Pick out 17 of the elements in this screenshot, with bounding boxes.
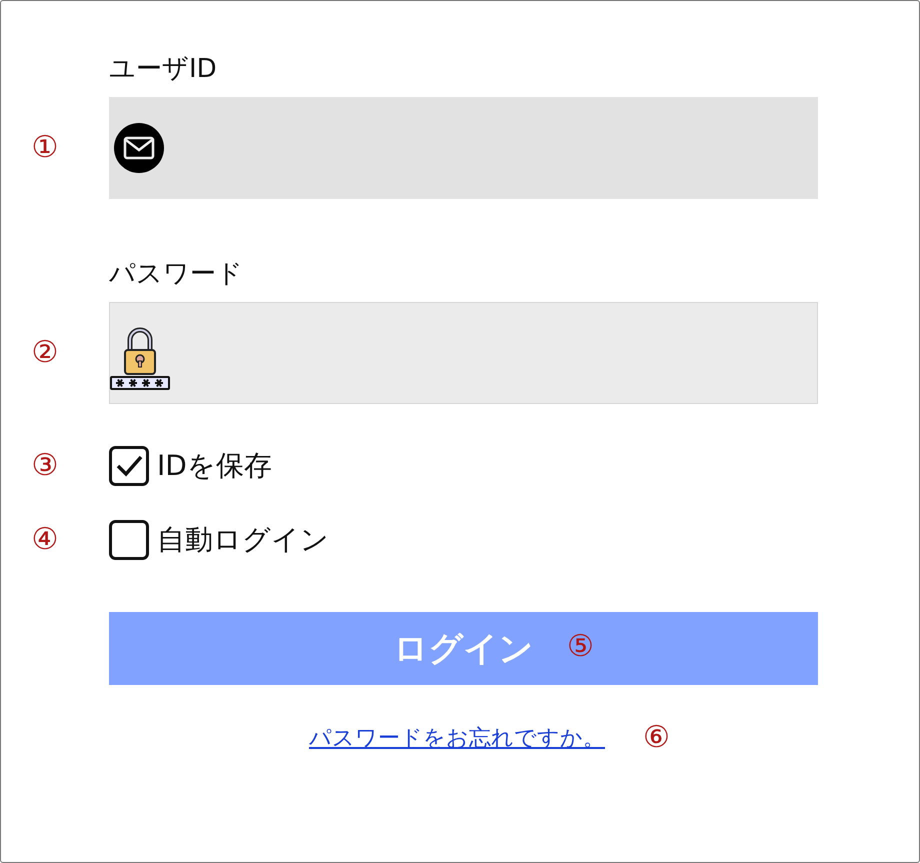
step-marker: ⑥ [643, 723, 670, 753]
input-field[interactable] [109, 97, 818, 199]
input-field[interactable] [109, 302, 818, 404]
field-label: ユーザID [109, 53, 218, 86]
field-label: パスワード [109, 258, 244, 291]
step-marker: ⑤ [567, 632, 594, 662]
step-marker: ④ [32, 525, 58, 555]
checkbox-label: 自動ログイン [157, 522, 329, 558]
step-marker: ② [32, 338, 58, 368]
step-marker: ① [32, 133, 58, 163]
checkbox-label: IDを保存 [157, 448, 272, 484]
checkbox[interactable] [109, 520, 149, 560]
checkbox[interactable] [109, 446, 149, 486]
padlock-icon [110, 326, 170, 390]
envelope-icon [114, 123, 164, 173]
step-marker: ③ [32, 451, 58, 481]
forgot-password-link[interactable]: パスワードをお忘れですか。 [309, 723, 605, 753]
